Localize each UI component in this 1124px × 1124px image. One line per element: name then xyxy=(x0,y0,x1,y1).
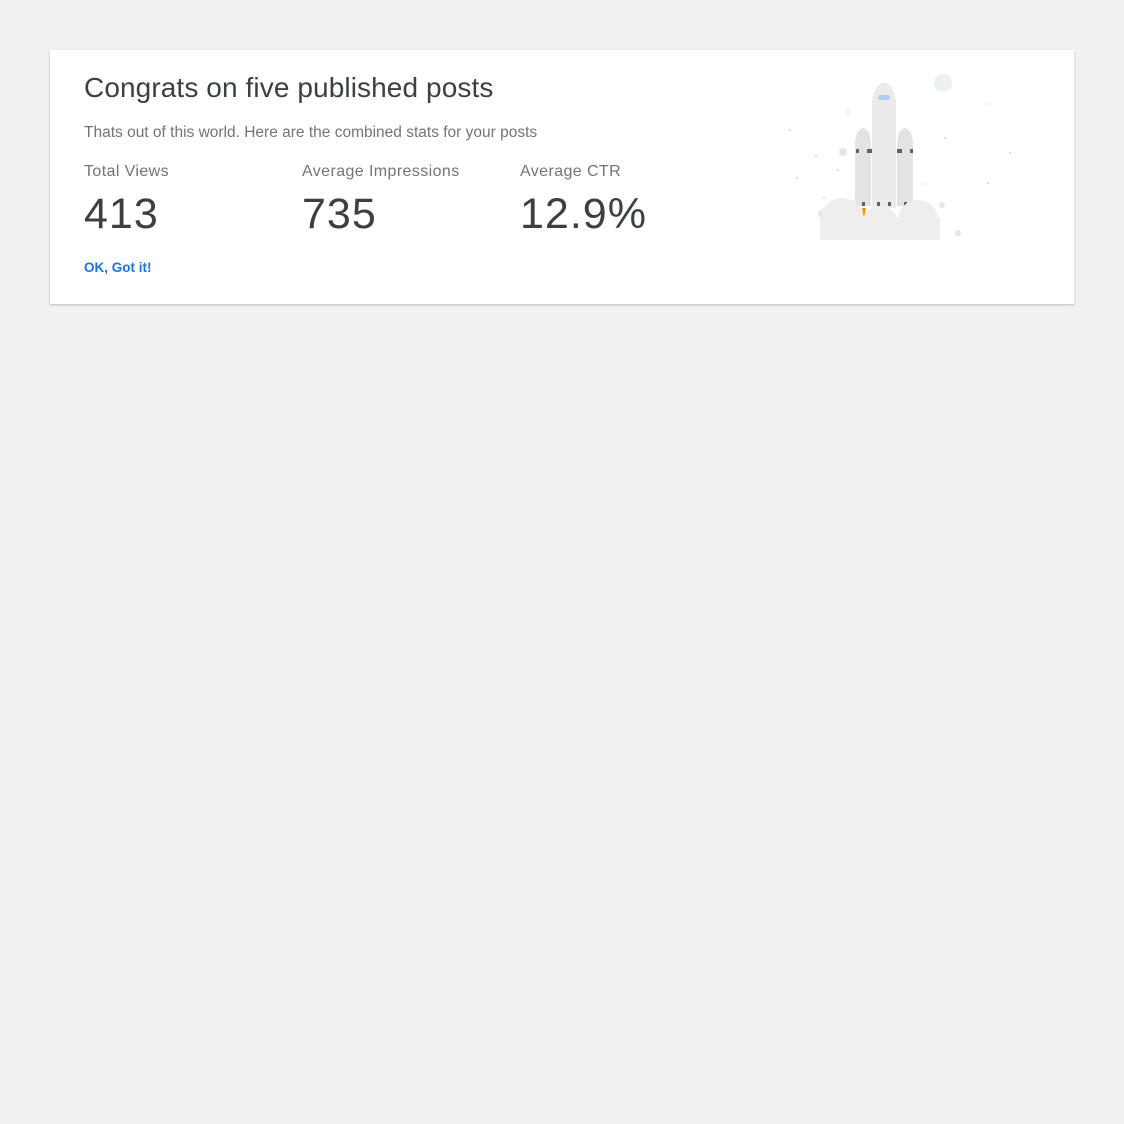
stat-label: Total Views xyxy=(84,163,170,180)
rocket-launch-icon xyxy=(780,74,1060,248)
card-subtitle: Thats out of this world. Here are the co… xyxy=(84,124,538,141)
stat-value: 735 xyxy=(302,190,377,238)
stat-value: 12.9% xyxy=(520,190,647,238)
card-title: Congrats on five published posts xyxy=(84,72,494,103)
stats-congrats-card: Congrats on five published posts Thats o… xyxy=(50,50,1074,304)
stat-value: 413 xyxy=(84,190,159,238)
stat-label: Average CTR xyxy=(520,163,622,180)
stat-average-impressions: Average Impressions 735 xyxy=(302,161,520,239)
stats-row: Total Views 413 Average Impressions 735 … xyxy=(84,161,738,239)
stat-total-views: Total Views 413 xyxy=(84,161,302,239)
stat-label: Average Impressions xyxy=(302,163,460,180)
stat-average-ctr: Average CTR 12.9% xyxy=(520,161,738,239)
ok-got-it-button[interactable]: OK, Got it! xyxy=(84,260,152,275)
